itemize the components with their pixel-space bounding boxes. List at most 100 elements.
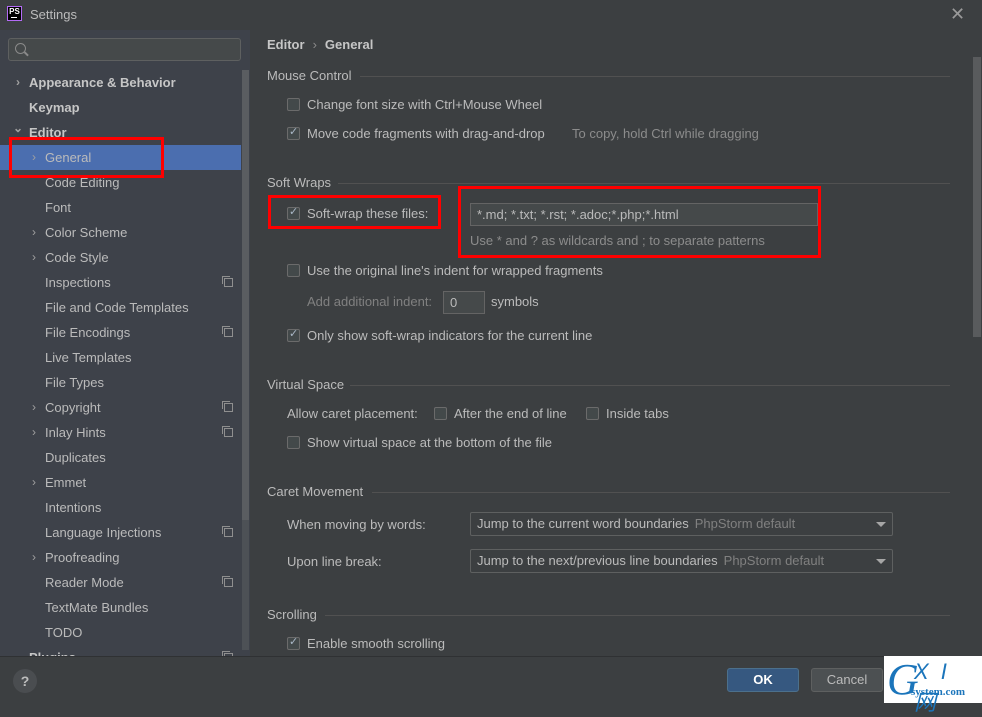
cancel-button[interactable]: Cancel (811, 668, 883, 692)
sidebar-item-color-scheme[interactable]: › Color Scheme (0, 220, 241, 245)
moving-by-words-default: PhpStorm default (694, 516, 796, 531)
soft-wrap-patterns-input[interactable]: *.md; *.txt; *.rst; *.adoc;*.php;*.html (470, 203, 818, 226)
line-break-dropdown[interactable]: Jump to the next/previous line boundarie… (470, 549, 893, 573)
sidebar-item-proofreading[interactable]: › Proofreading (0, 545, 241, 570)
sidebar-item-label: Language Injections (45, 525, 162, 540)
smooth-scrolling-checkbox[interactable] (287, 635, 300, 650)
smooth-scrolling-label[interactable]: Enable smooth scrolling (307, 636, 445, 651)
change-font-size-checkbox[interactable] (287, 98, 300, 111)
chevron-down-icon[interactable]: ⌄ (13, 116, 23, 141)
sidebar-item-code-style[interactable]: › Code Style (0, 245, 241, 270)
additional-indent-input[interactable]: 0 (443, 291, 485, 314)
soft-wrap-files-label[interactable]: Soft-wrap these files: (307, 206, 428, 221)
sidebar-item-label: Plugins (29, 645, 76, 656)
after-end-of-line-checkbox[interactable] (434, 407, 447, 420)
sidebar-item-label: Color Scheme (45, 225, 128, 240)
after-end-of-line-label[interactable]: After the end of line (454, 406, 567, 421)
sidebar-item-label: Intentions (45, 500, 102, 515)
soft-wrap-indicators-checkbox[interactable] (287, 327, 300, 342)
sidebar-item-live-templates[interactable]: Live Templates (0, 345, 241, 370)
original-indent-checkbox[interactable] (287, 264, 300, 277)
sidebar-item-todo[interactable]: TODO (0, 620, 241, 645)
sidebar-item-file-and-code-templates[interactable]: File and Code Templates (0, 295, 241, 320)
sidebar-item-label: Reader Mode (45, 575, 124, 590)
sidebar-item-language-injections[interactable]: Language Injections (0, 520, 241, 545)
moving-by-words-dropdown[interactable]: Jump to the current word boundaries PhpSt… (470, 512, 893, 536)
sidebar-item-label: Font (45, 200, 72, 215)
section-divider (372, 492, 950, 493)
move-fragments-label[interactable]: Move code fragments with drag-and-drop (307, 126, 545, 141)
move-fragments-checkbox[interactable] (287, 125, 300, 140)
site-watermark: G X I 网 system.com (884, 656, 982, 715)
chevron-right-icon[interactable]: › (29, 470, 39, 495)
show-virtual-space-label[interactable]: Show virtual space at the bottom of the … (307, 435, 552, 450)
chevron-right-icon[interactable]: › (29, 420, 39, 445)
soft-wrap-files-checkbox[interactable] (287, 205, 300, 220)
phpstorm-app-icon: PS (7, 6, 22, 21)
change-font-size-label[interactable]: Change font size with Ctrl+Mouse Wheel (307, 97, 542, 112)
breadcrumb: Editor › General (267, 37, 373, 52)
breadcrumb-parent[interactable]: Editor (267, 37, 305, 52)
sidebar-item-reader-mode[interactable]: Reader Mode (0, 570, 241, 595)
line-break-value: Jump to the next/previous line boundarie… (477, 553, 718, 568)
section-title-mouse-control: Mouse Control (267, 68, 352, 83)
sidebar-item-inspections[interactable]: Inspections (0, 270, 241, 295)
sidebar-item-keymap[interactable]: Keymap (0, 95, 241, 120)
chevron-right-icon[interactable]: › (29, 395, 39, 420)
sidebar-item-emmet[interactable]: › Emmet (0, 470, 241, 495)
sidebar-item-appearance-behavior[interactable]: › Appearance & Behavior (0, 70, 241, 95)
title-bar: PS Settings ✕ (0, 0, 982, 30)
sidebar-item-textmate-bundles[interactable]: TextMate Bundles (0, 595, 241, 620)
ok-button[interactable]: OK (727, 668, 799, 692)
line-break-default: PhpStorm default (723, 553, 825, 568)
sidebar-item-label: File Types (45, 375, 105, 390)
content-scrollbar-thumb[interactable] (973, 57, 981, 337)
project-level-settings-icon (222, 276, 233, 287)
sidebar-item-code-editing[interactable]: Code Editing (0, 170, 241, 195)
sidebar-item-editor[interactable]: ⌄ Editor (0, 120, 241, 145)
inside-tabs-label[interactable]: Inside tabs (606, 406, 669, 421)
sidebar-item-general[interactable]: › General (0, 145, 241, 170)
chevron-right-icon[interactable]: › (29, 145, 39, 170)
soft-wrap-indicators-label[interactable]: Only show soft-wrap indicators for the c… (307, 328, 592, 343)
settings-sidebar: › Appearance & Behavior Keymap ⌄ Editor › Gene… (0, 30, 250, 656)
chevron-right-icon[interactable]: › (29, 245, 39, 270)
section-divider (350, 385, 950, 386)
sidebar-item-intentions[interactable]: Intentions (0, 495, 241, 520)
chevron-right-icon[interactable]: › (13, 70, 23, 95)
sidebar-scrollbar[interactable] (242, 70, 249, 650)
sidebar-item-inlay-hints[interactable]: › Inlay Hints (0, 420, 241, 445)
inside-tabs-checkbox[interactable] (586, 407, 599, 420)
sidebar-item-font[interactable]: Font (0, 195, 241, 220)
breadcrumb-separator: › (312, 37, 317, 52)
sidebar-item-plugins[interactable]: Plugins (0, 645, 241, 656)
breadcrumb-current: General (324, 37, 374, 52)
sidebar-scrollbar-thumb[interactable] (242, 70, 249, 520)
settings-search-input[interactable] (8, 38, 241, 61)
dropdown-arrow-icon (876, 522, 886, 527)
sidebar-item-label: Keymap (29, 100, 80, 115)
sidebar-item-label: Editor (29, 125, 67, 140)
project-level-settings-icon (222, 426, 233, 437)
sidebar-item-label: Emmet (45, 475, 87, 490)
help-button[interactable]: ? (13, 669, 37, 693)
chevron-right-icon[interactable]: › (29, 545, 39, 570)
app-icon-text: PS (9, 7, 20, 16)
chevron-right-icon[interactable]: › (29, 220, 39, 245)
caret-placement-label: Allow caret placement: (287, 406, 418, 421)
show-virtual-space-checkbox[interactable] (287, 436, 300, 449)
original-indent-label[interactable]: Use the original line's indent for wrapp… (307, 263, 603, 278)
sidebar-item-duplicates[interactable]: Duplicates (0, 445, 241, 470)
move-fragments-hint: To copy, hold Ctrl while dragging (572, 126, 759, 141)
sidebar-item-label: File and Code Templates (45, 300, 189, 315)
section-title-caret-movement: Caret Movement (267, 484, 364, 499)
section-divider (338, 183, 950, 184)
sidebar-item-file-types[interactable]: File Types (0, 370, 241, 395)
section-title-virtual-space: Virtual Space (267, 377, 345, 392)
sidebar-item-copyright[interactable]: › Copyright (0, 395, 241, 420)
sidebar-item-label: TextMate Bundles (45, 600, 149, 615)
watermark-domain: system.com (911, 686, 966, 698)
sidebar-item-file-encodings[interactable]: File Encodings (0, 320, 241, 345)
dialog-footer: ? OK Cancel (0, 656, 982, 704)
close-icon[interactable]: ✕ (950, 5, 965, 23)
